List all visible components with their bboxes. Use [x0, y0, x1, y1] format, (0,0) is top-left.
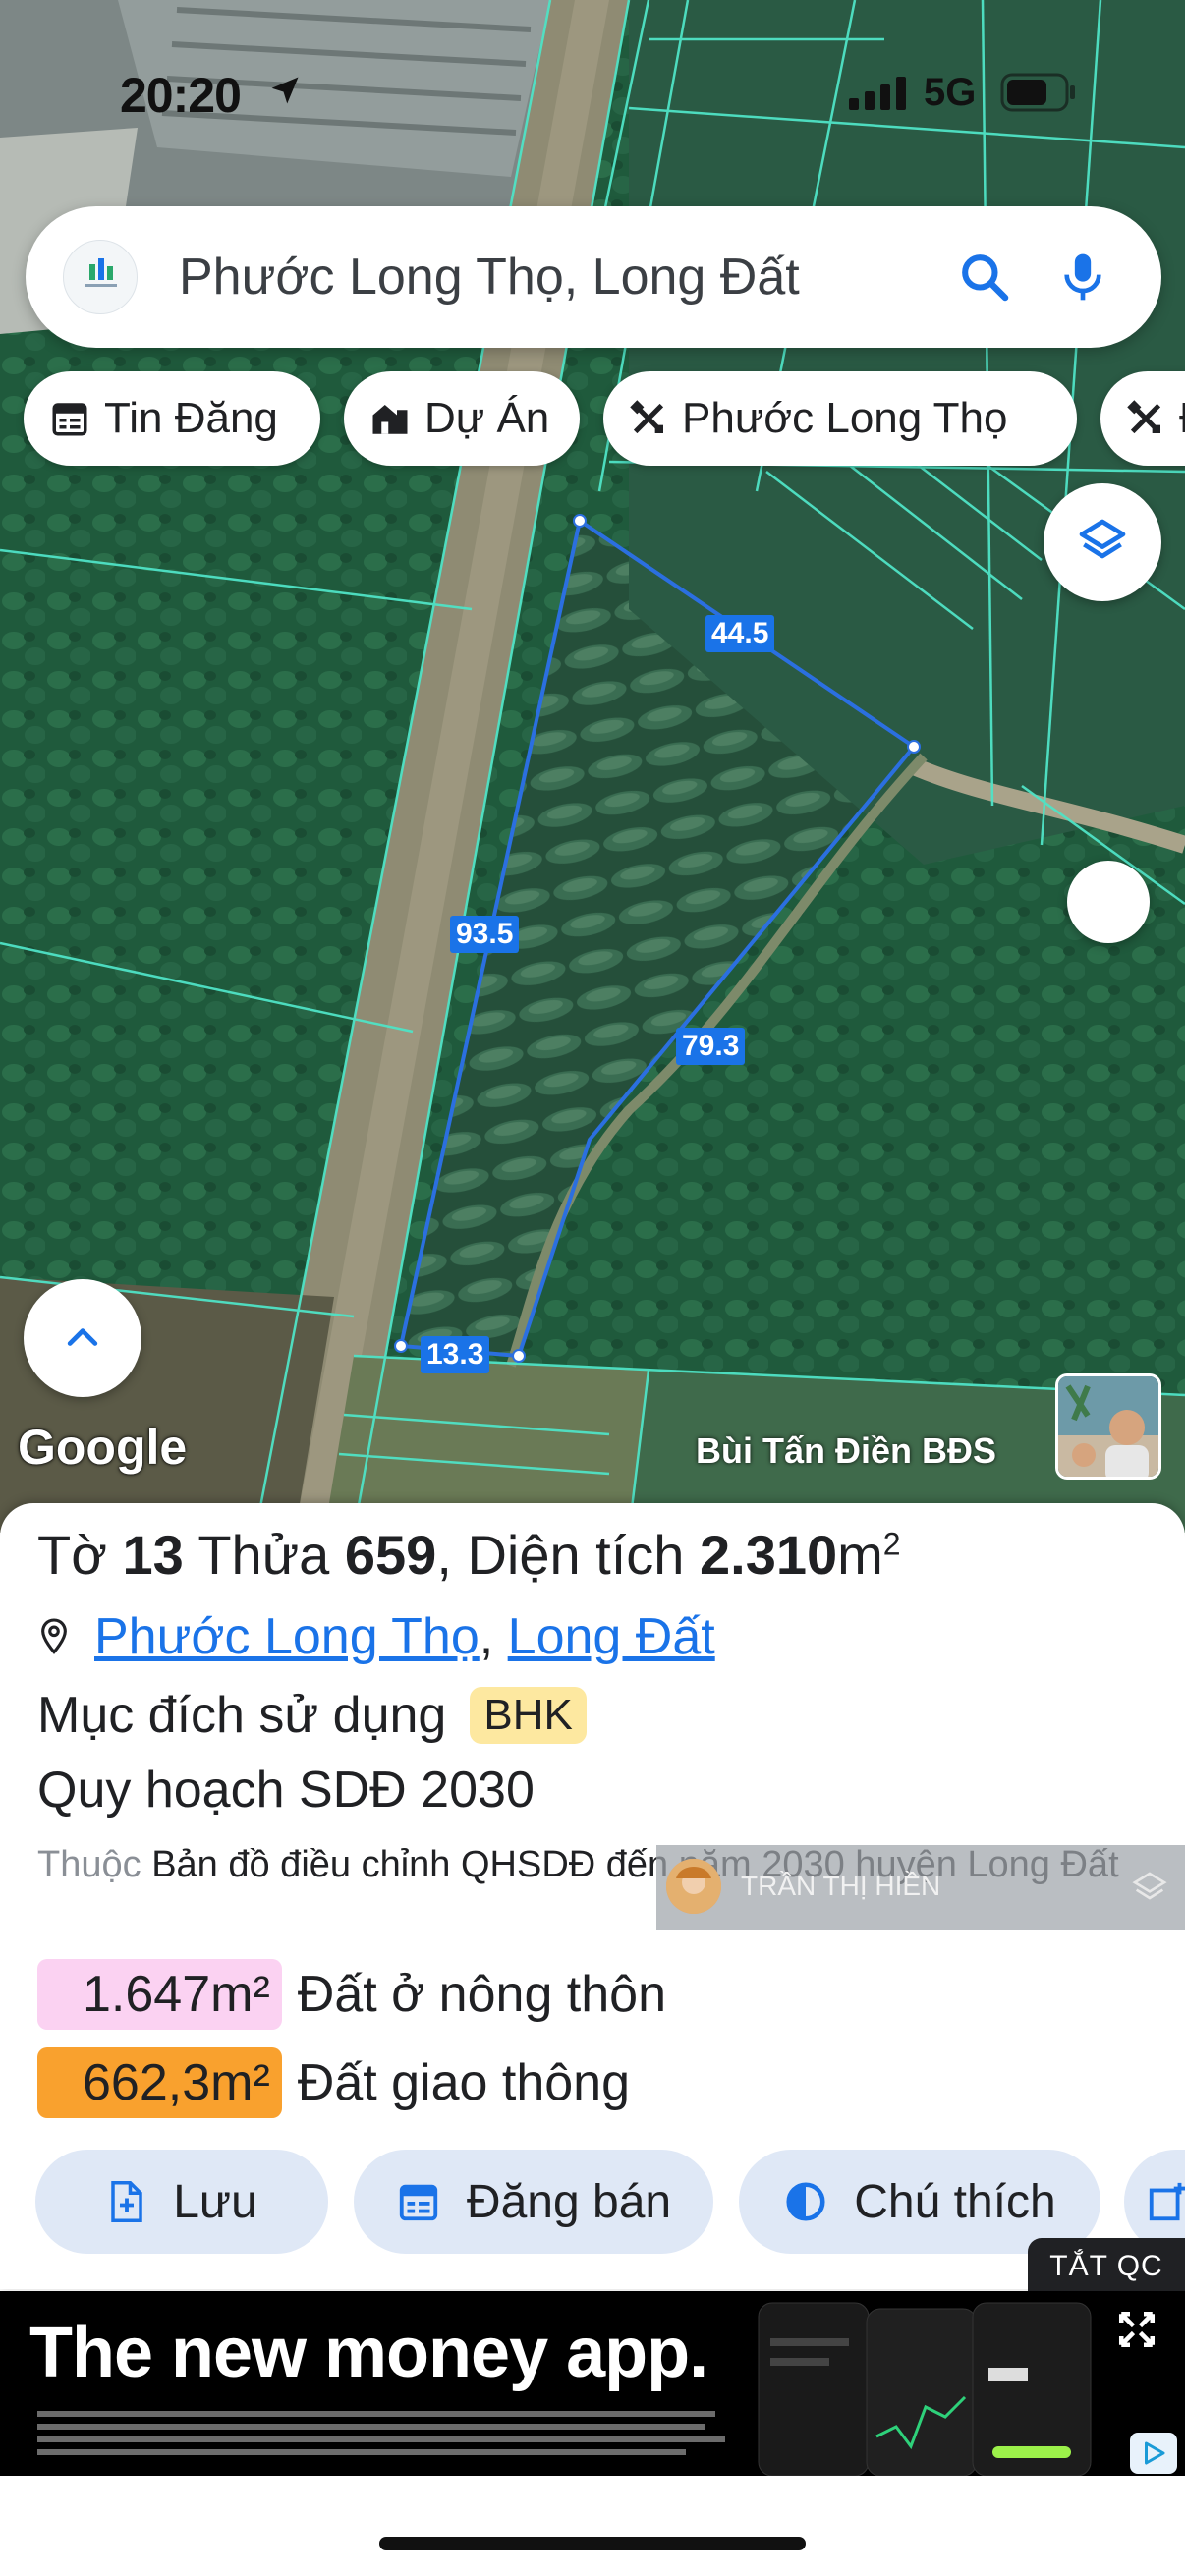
search-icon[interactable] [949, 242, 1020, 312]
ad-phone-image [758, 2302, 1092, 2476]
home-indicator[interactable] [379, 2537, 806, 2550]
network-type: 5G [924, 71, 977, 114]
measure-right: 79.3 [676, 1028, 746, 1065]
chip-more[interactable]: Đ [1100, 371, 1185, 466]
area-prefix: , Diện tích [436, 1524, 685, 1586]
overlay-watermark: TRẦN THỊ HIỀN [656, 1845, 1185, 1930]
clock: 20:20 [120, 68, 242, 123]
watermark-name: Bùi Tấn Điền BĐS [696, 1430, 997, 1471]
chip-label: Dự Án [424, 394, 550, 442]
add-layer-icon [1146, 2179, 1185, 2224]
layers-button[interactable] [1044, 483, 1161, 601]
google-logo: Google [18, 1420, 188, 1475]
ad-headline: The new money app. [29, 2314, 708, 2392]
contrast-icon [783, 2179, 828, 2224]
location-arrow-icon [267, 73, 303, 113]
expand-up-button[interactable] [24, 1279, 141, 1397]
compass-button[interactable] [1067, 861, 1150, 943]
zone-row: 662,3m² Đất giao thông [37, 2047, 630, 2118]
chip-phuoc-long-tho[interactable]: Phước Long Thọ [603, 371, 1077, 466]
ad-choices-icon[interactable] [1130, 2433, 1177, 2474]
measure-left: 93.5 [450, 916, 520, 953]
purpose-badge: BHK [470, 1687, 587, 1744]
map-view[interactable]: 20:20 5G Phước Long Thọ, Long Đất Tin Đă… [0, 0, 1185, 1533]
zone-area: 1.647m² [37, 1959, 282, 2030]
address-separator: , [479, 1608, 508, 1665]
ward-link[interactable]: Phước Long Thọ [94, 1607, 480, 1666]
zone-area: 662,3m² [37, 2047, 282, 2118]
overlay-name: TRẦN THỊ HIỀN [741, 1871, 941, 1901]
overlay-avatar [666, 1859, 721, 1914]
parcel-title: Tờ 13 Thửa 659, Diện tích 2.310m2 [37, 1523, 901, 1587]
location-pin-icon [37, 1617, 71, 1656]
zone-row: 1.647m² Đất ở nông thôn [37, 1959, 666, 2030]
search-bar[interactable] [26, 206, 1161, 348]
search-input[interactable] [179, 246, 965, 308]
measure-top: 44.5 [705, 615, 775, 652]
area-unit: m [837, 1524, 883, 1586]
parcel-info-sheet: Tờ 13 Thửa 659, Diện tích 2.310m2 Phước … [0, 1503, 1185, 2289]
save-button[interactable]: Lưu [35, 2150, 328, 2254]
measure-bottom: 13.3 [421, 1336, 490, 1373]
sheet-prefix: Tờ [37, 1524, 107, 1586]
purpose-label: Mục đích sử dụng [37, 1687, 447, 1744]
status-bar: 20:20 5G [0, 61, 1185, 130]
plot-number: 659 [344, 1524, 437, 1586]
post-sale-button[interactable]: Đăng bán [354, 2150, 713, 2254]
land-purpose-row: Mục đích sử dụng BHK [37, 1686, 587, 1745]
address-row: Phước Long Thọ, Long Đất [37, 1607, 715, 1666]
save-label: Lưu [173, 2175, 257, 2228]
tools-icon [629, 399, 668, 438]
expand-icon[interactable] [1116, 2309, 1157, 2350]
legend-label: Chú thích [854, 2175, 1056, 2228]
calendar-icon [396, 2179, 441, 2224]
post-sale-label: Đăng bán [466, 2175, 672, 2228]
watermark-avatar [1055, 1373, 1161, 1480]
app-logo[interactable] [63, 240, 138, 314]
calendar-icon [49, 398, 90, 439]
file-add-icon [106, 2179, 147, 2224]
district-link[interactable]: Long Đất [508, 1607, 715, 1666]
ad-fine-print [37, 2411, 725, 2462]
microphone-icon[interactable] [1047, 242, 1118, 312]
chip-label: Tin Đăng [104, 394, 278, 442]
tools-icon [1126, 399, 1165, 438]
chevron-up-icon [67, 1328, 98, 1346]
chip-label: Đ [1179, 394, 1185, 443]
area-unit-sup: 2 [882, 1526, 901, 1562]
chip-label: Phước Long Thọ [682, 394, 1008, 442]
plot-prefix: Thửa [198, 1524, 330, 1586]
battery-icon [1000, 73, 1079, 117]
close-ad-button[interactable]: TẮT QC [1028, 2238, 1185, 2295]
action-bar: Lưu Đăng bán Chú thích [35, 2150, 1185, 2254]
layers-icon [1079, 519, 1126, 559]
source-prefix: Thuộc [37, 1844, 141, 1885]
plan-title: Quy hoạch SDĐ 2030 [37, 1762, 535, 1819]
building-icon [369, 398, 411, 439]
chip-du-an[interactable]: Dự Án [344, 371, 580, 466]
area-value: 2.310 [700, 1524, 838, 1586]
zone-label: Đất giao thông [297, 2054, 631, 2111]
layers-icon [1132, 1872, 1167, 1900]
chip-tin-dang[interactable]: Tin Đăng [24, 371, 320, 466]
signal-icon [849, 77, 908, 115]
sheet-number: 13 [122, 1524, 184, 1586]
zone-label: Đất ở nông thôn [297, 1966, 667, 2023]
ad-banner[interactable]: The new money app. [0, 2291, 1185, 2476]
